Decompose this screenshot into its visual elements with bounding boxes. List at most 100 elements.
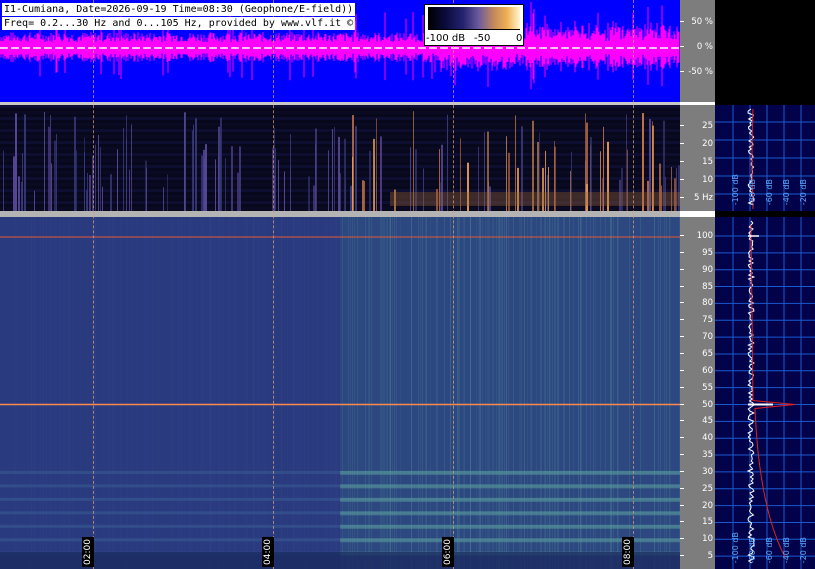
spec-streak [234,217,235,569]
spec-streak [350,217,351,569]
spec-streak [325,217,326,569]
spec-streak [127,217,128,569]
elf-burst [192,130,193,211]
scale-tick: 100 [680,231,715,241]
main-spectrum-plot [715,217,815,569]
spec-streak [336,217,337,569]
spec-streak [618,217,619,569]
spec-streak [664,217,665,569]
scale-tick: 5 [680,551,715,561]
spec-streak [463,217,464,569]
spec-streak [259,217,260,569]
colorbar-label-mid: -50 [474,33,491,44]
spec-streak [50,217,51,569]
spec-streak [508,217,509,569]
spec-streak [545,217,546,569]
scale-tick: -50 % [680,67,715,77]
elf-burst [290,133,291,211]
elf-burst [18,176,20,211]
scale-tick: 60 [680,366,715,376]
elf-burst [237,172,239,211]
spec-streak [613,217,614,569]
scale-tick: 25 [680,484,715,494]
spec-streak [254,217,255,569]
spec-streak [418,217,419,569]
elf-burst [225,158,226,211]
spec-streak [190,217,191,569]
spec-streak [108,217,109,569]
elf-burst [332,128,333,211]
spec-streak [298,217,299,569]
spec-streak [244,217,245,569]
spec-streak [253,217,254,569]
time-gridline [453,0,454,569]
elf-burst [275,148,276,211]
spec-streak [16,217,17,569]
spec-streak [450,217,451,569]
elf-burst [56,133,57,211]
db-label: -40 dB [782,178,791,205]
db-label: -100 dB [731,531,740,563]
spec-streak [149,217,150,569]
scale-tick: 65 [680,349,715,359]
spec-streak [131,217,132,569]
spec-streak [400,217,401,569]
time-label: 02:00 [82,537,94,567]
scale-tick: 55 [680,383,715,393]
elf-burst [131,124,132,211]
scale-tick: 15 [680,517,715,527]
spec-streak [235,217,236,569]
spec-streak [179,217,180,569]
elf-burst [201,155,203,211]
spec-streak [555,217,556,569]
spec-streak [46,217,47,569]
spec-streak [171,217,172,569]
spec-streak [327,217,328,569]
spec-streak [121,217,122,569]
spec-streak [172,217,173,569]
scale-tick: 20 [680,139,715,149]
spec-streak [670,217,671,569]
elf-burst [334,126,335,211]
spec-streak [263,217,264,569]
spec-streak [209,217,210,569]
spec-streak [207,217,208,569]
spec-streak [28,217,29,569]
spec-streak [527,217,528,569]
spec-bottom-band [0,552,680,569]
spec-streak [287,217,288,569]
spec-streak [218,217,219,569]
scale-tick: 95 [680,248,715,258]
spec-streak [215,217,216,569]
spec-streak [605,217,606,569]
spec-streak [425,217,426,569]
spec-streak [520,217,521,569]
spec-streak [547,217,548,569]
spec-streak [274,217,275,569]
elf-burst [274,175,275,211]
spec-streak [368,217,369,569]
spec-streak [170,217,171,569]
elf-scale: 25 20 15 10 5 Hz [680,105,715,211]
spec-streak [371,217,372,569]
spec-streak [257,217,258,569]
elf-band [0,111,680,114]
elf-burst [21,181,23,211]
spec-streak [554,217,555,569]
scale-tick: 20 [680,501,715,511]
spec-streak [212,217,213,569]
spec-streak [654,217,655,569]
spec-streak [489,217,490,569]
elf-burst [163,187,164,211]
spec-streak [43,217,44,569]
spec-streak [200,217,201,569]
spec-streak [247,217,248,569]
db-label: -80 dB [748,536,757,563]
spec-streak [593,217,594,569]
elf-burst [185,114,186,211]
spec-streak [86,217,87,569]
spec-streak [524,217,525,569]
spec-streak [660,217,661,569]
spec-streak [480,217,481,569]
waveform-scale: 50 % 0 % -50 % [680,0,715,102]
